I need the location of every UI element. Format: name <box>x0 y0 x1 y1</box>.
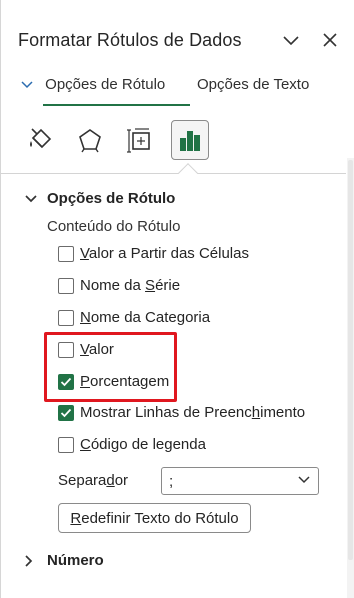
section-divider <box>1 173 346 174</box>
number-section-header[interactable]: Número <box>25 552 104 569</box>
chevron-right-icon <box>25 554 39 567</box>
checkbox-box[interactable] <box>58 245 74 262</box>
checkbox-label: Código de legenda <box>80 436 206 453</box>
scrollbar-thumb[interactable] <box>348 160 353 560</box>
effects-pentagon-icon <box>79 129 101 153</box>
chevron-down-icon <box>21 81 33 89</box>
button-label: Redefinir Texto do Rótulo <box>70 509 239 527</box>
checkbox-value-from-cells[interactable]: Valor a Partir das Células <box>58 245 249 262</box>
checkbox-label: Mostrar Linhas de Preenchimento <box>80 404 306 421</box>
label-contains-heading: Conteúdo do Rótulo <box>47 218 181 235</box>
separator-dropdown[interactable]: ; <box>161 467 319 495</box>
selected-icon-pointer <box>178 163 198 183</box>
checkbox-box[interactable] <box>58 277 74 294</box>
format-data-labels-pane: Formatar Rótulos de Dados Opções de Rótu… <box>0 0 354 598</box>
task-pane-options-button[interactable] <box>279 28 303 52</box>
label-options-button[interactable] <box>171 120 209 160</box>
chevron-down-icon <box>283 36 299 46</box>
checkmark-icon <box>60 408 72 417</box>
label-options-bar-chart-icon <box>180 131 200 151</box>
size-properties-button[interactable] <box>121 120 159 160</box>
tab-label: Opções de Texto <box>197 76 310 93</box>
tab-label: Opções de Rótulo <box>45 76 166 93</box>
reset-label-text-button[interactable]: Redefinir Texto do Rótulo <box>58 503 251 533</box>
checkbox-series-name[interactable]: Nome da Série <box>58 277 180 294</box>
checkbox-label: Valor a Partir das Células <box>80 245 249 262</box>
tab-text-options[interactable]: Opções de Texto <box>197 76 309 93</box>
fill-line-icon <box>30 128 52 149</box>
close-pane-button[interactable] <box>318 28 342 52</box>
red-highlight-annotation <box>44 332 177 402</box>
checkbox-box[interactable] <box>58 309 74 326</box>
chevron-down-icon <box>25 194 39 203</box>
separator-label: Separador <box>58 472 129 489</box>
effects-button[interactable] <box>71 120 109 160</box>
checkbox-legend-key[interactable]: Código de legenda <box>58 436 206 453</box>
separator-value: ; <box>169 472 174 490</box>
checkbox-box[interactable] <box>58 436 74 453</box>
checkbox-label: Nome da Série <box>80 277 181 294</box>
close-icon <box>323 33 337 47</box>
pane-title: Formatar Rótulos de Dados <box>18 30 242 50</box>
size-properties-icon <box>127 128 150 153</box>
checkbox-show-leader-lines[interactable]: Mostrar Linhas de Preenchimento <box>58 404 305 421</box>
checkbox-category-name[interactable]: Nome da Categoria <box>58 309 210 326</box>
checkbox-box[interactable] <box>58 404 74 421</box>
section-title: Opções de Rótulo <box>47 190 176 207</box>
active-tab-underline <box>43 104 190 106</box>
tab-label-options[interactable]: Opções de Rótulo <box>21 76 165 93</box>
fill-line-button[interactable] <box>21 120 59 160</box>
checkbox-label: Nome da Categoria <box>80 309 211 326</box>
chevron-down-icon <box>298 476 310 484</box>
label-options-section-header[interactable]: Opções de Rótulo <box>25 190 175 207</box>
section-title: Número <box>47 552 104 569</box>
